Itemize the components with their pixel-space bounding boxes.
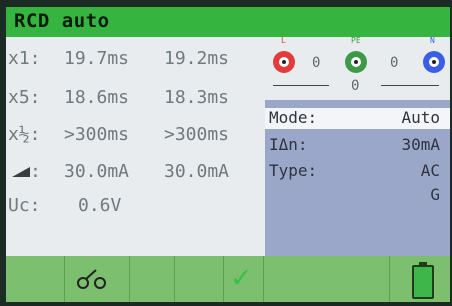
result-label: x5: xyxy=(8,87,41,108)
battery-icon xyxy=(412,262,434,299)
result-row-x5: x5: 18.6ms 18.3ms xyxy=(8,87,229,108)
result-value-1: 30.0mA xyxy=(64,161,130,182)
terminal-pe-icon xyxy=(345,51,367,73)
setting-type-value[interactable]: AC xyxy=(421,161,440,180)
setting-mode-value[interactable]: Auto xyxy=(401,108,440,127)
setting-current-value[interactable]: 30mA xyxy=(401,135,440,154)
setting-current-label[interactable]: IΔn: xyxy=(269,135,308,154)
result-label: Uc: xyxy=(8,195,41,216)
divider xyxy=(381,85,439,86)
terminal-n-icon xyxy=(423,51,445,73)
reading-pe-n: 0 xyxy=(390,55,399,71)
function-key-7 xyxy=(389,256,451,302)
reading-l-n: 0 xyxy=(351,78,360,94)
check-icon: ✓ xyxy=(232,260,251,295)
terminal-label-n: N xyxy=(430,36,435,45)
terminal-l-icon xyxy=(273,51,295,73)
result-value-2: 18.3ms xyxy=(164,87,230,108)
title-bar: RCD auto xyxy=(6,7,450,37)
function-key-5[interactable]: ✓ xyxy=(223,256,264,302)
reading-l-pe: 0 xyxy=(312,55,321,71)
terminal-label-pe: PE xyxy=(351,36,361,45)
result-label: x½: xyxy=(8,124,41,145)
result-value-2: >300ms xyxy=(164,124,230,145)
function-key-2[interactable] xyxy=(64,256,130,302)
result-value-2: 19.2ms xyxy=(164,48,230,69)
result-value-1: >300ms xyxy=(64,124,130,145)
result-row-uc: Uc: 0.6V xyxy=(8,195,121,216)
setting-type-extra: G xyxy=(430,185,440,204)
ramp-icon xyxy=(12,167,30,177)
result-row-xhalf: x½: >300ms >300ms xyxy=(8,124,229,145)
divider xyxy=(273,85,329,86)
result-label: x1: xyxy=(8,48,41,69)
setting-type-label[interactable]: Type: xyxy=(269,161,317,180)
terminal-status: L PE N 0 0 0 xyxy=(265,36,450,100)
result-value-1: 18.6ms xyxy=(64,87,130,108)
terminal-label-l: L xyxy=(281,36,286,45)
page-title: RCD auto xyxy=(14,10,110,32)
result-row-ramp: : 30.0mA 30.0mA xyxy=(8,161,229,182)
function-key-1[interactable] xyxy=(6,256,64,302)
function-key-bar: ✓ xyxy=(6,256,450,302)
result-value-1: 0.6V xyxy=(78,195,122,216)
setting-mode-label[interactable]: Mode: xyxy=(269,108,317,127)
results-panel xyxy=(6,37,265,256)
function-key-4[interactable] xyxy=(174,256,224,302)
result-label: : xyxy=(30,161,41,182)
result-value-1: 19.7ms xyxy=(64,48,130,69)
wiring-icon xyxy=(77,269,106,289)
function-key-6[interactable] xyxy=(263,256,390,302)
result-value-2: 30.0mA xyxy=(164,161,230,182)
result-row-x1: x1: 19.7ms 19.2ms xyxy=(8,48,229,69)
function-key-3[interactable] xyxy=(129,256,175,302)
